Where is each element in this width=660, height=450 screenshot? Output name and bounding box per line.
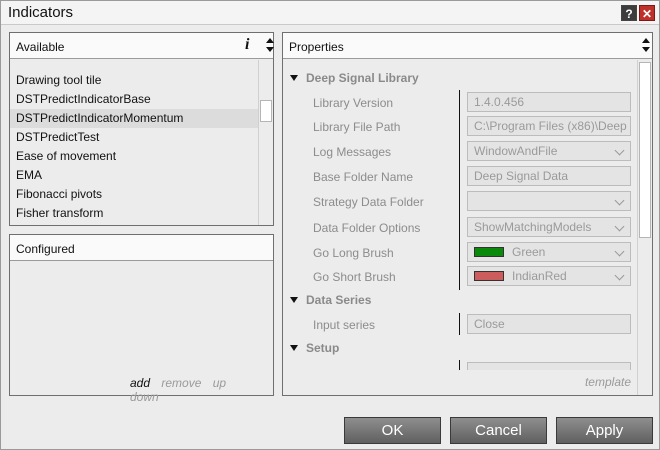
sort-arrows-icon[interactable] xyxy=(265,36,275,52)
property-grid: Deep Signal Library Library Version 1.4.… xyxy=(283,60,636,395)
setup-field-partial[interactable] xyxy=(467,362,631,370)
scroll-up-arrow-icon[interactable] xyxy=(642,38,650,43)
list-item[interactable]: Fibonacci pivots xyxy=(10,185,258,204)
data-folder-options-select[interactable]: ShowMatchingModels xyxy=(467,217,631,237)
scroll-down-arrow-icon[interactable] xyxy=(642,47,650,52)
category-setup[interactable]: Setup xyxy=(290,341,339,359)
log-messages-select[interactable]: WindowAndFile xyxy=(467,141,631,161)
base-folder-field[interactable]: Deep Signal Data xyxy=(467,166,631,186)
configured-panel: Configured add remove up down xyxy=(9,234,274,404)
category-deep-signal-library[interactable]: Deep Signal Library xyxy=(290,71,419,89)
collapse-triangle-icon[interactable] xyxy=(290,344,298,351)
grid-divider xyxy=(459,90,460,290)
go-short-brush-label: Go Short Brush xyxy=(313,270,396,284)
strategy-folder-label: Strategy Data Folder xyxy=(313,195,424,209)
go-short-brush-value: IndianRed xyxy=(512,269,567,283)
list-item[interactable]: Ease of movement xyxy=(10,147,258,166)
library-path-field[interactable]: C:\Program Files (x86)\Deep xyxy=(467,116,631,136)
cancel-button[interactable]: Cancel xyxy=(450,417,547,444)
remove-link[interactable]: remove xyxy=(161,376,201,390)
configured-title: Configured xyxy=(16,242,75,256)
chevron-down-icon[interactable] xyxy=(616,145,626,155)
window-title: Indicators xyxy=(8,4,74,21)
available-panel: Available i Drawing tool tile DSTPredict… xyxy=(9,32,274,226)
available-header: Available i xyxy=(10,33,275,59)
collapse-triangle-icon[interactable] xyxy=(290,296,298,303)
category-data-series[interactable]: Data Series xyxy=(290,293,371,311)
down-link[interactable]: down xyxy=(130,390,159,404)
configured-header: Configured xyxy=(10,235,273,261)
grid-divider xyxy=(459,360,460,370)
list-item-selected[interactable]: DSTPredictIndicatorMomentum xyxy=(10,109,258,128)
scroll-down-arrow-icon[interactable] xyxy=(266,47,274,52)
strategy-folder-select[interactable] xyxy=(467,191,631,211)
list-item[interactable]: Fisher transform xyxy=(10,204,258,223)
list-item[interactable]: DSTPredictIndicatorBase xyxy=(10,90,258,109)
ok-button[interactable]: OK xyxy=(344,417,441,444)
log-messages-value: WindowAndFile xyxy=(474,144,558,158)
collapse-triangle-icon[interactable] xyxy=(290,74,298,81)
go-long-brush-select[interactable]: Green xyxy=(467,242,631,262)
up-link[interactable]: up xyxy=(213,376,226,390)
sort-arrows-icon[interactable] xyxy=(641,36,651,52)
info-icon[interactable]: i xyxy=(245,36,249,54)
grid-divider xyxy=(459,313,460,335)
indianred-color-swatch xyxy=(474,270,504,281)
go-short-brush-select[interactable]: IndianRed xyxy=(467,266,631,286)
available-title: Available xyxy=(16,40,65,54)
configured-actions: add remove up down xyxy=(130,376,273,404)
list-item[interactable]: Drawing tool tile xyxy=(10,71,258,90)
green-color-swatch xyxy=(474,246,504,257)
properties-title: Properties xyxy=(289,40,344,54)
chevron-down-icon[interactable] xyxy=(616,195,626,205)
list-item[interactable]: EMA xyxy=(10,166,258,185)
add-link[interactable]: add xyxy=(130,376,150,390)
close-button[interactable]: ✕ xyxy=(639,5,655,21)
base-folder-label: Base Folder Name xyxy=(313,170,414,184)
indicators-dialog: Indicators ? ✕ Available i Drawing tool … xyxy=(0,0,660,450)
chevron-down-icon[interactable] xyxy=(616,246,626,256)
properties-header: Properties xyxy=(283,33,652,59)
help-button[interactable]: ? xyxy=(621,5,637,21)
available-scrollbar[interactable] xyxy=(258,60,273,225)
scrollbar-thumb[interactable] xyxy=(639,62,651,238)
apply-button[interactable]: Apply xyxy=(556,417,653,444)
input-series-label: Input series xyxy=(313,318,376,332)
library-version-field[interactable]: 1.4.0.456 xyxy=(467,92,631,112)
go-long-brush-value: Green xyxy=(512,245,546,259)
chevron-down-icon[interactable] xyxy=(616,270,626,280)
library-path-label: Library File Path xyxy=(313,120,401,134)
chevron-down-icon[interactable] xyxy=(616,221,626,231)
available-list: Drawing tool tile DSTPredictIndicatorBas… xyxy=(10,71,258,223)
go-long-brush-label: Go Long Brush xyxy=(313,246,394,260)
list-item[interactable]: DSTPredictTest xyxy=(10,128,258,147)
data-folder-options-label: Data Folder Options xyxy=(313,221,421,235)
library-version-label: Library Version xyxy=(313,96,394,110)
data-folder-options-value: ShowMatchingModels xyxy=(474,220,592,234)
input-series-field[interactable]: Close xyxy=(467,314,631,334)
template-link[interactable]: template xyxy=(585,375,631,389)
properties-panel: Properties Deep Signal Library Library V… xyxy=(282,32,653,396)
scroll-up-arrow-icon[interactable] xyxy=(266,38,274,43)
log-messages-label: Log Messages xyxy=(313,145,392,159)
title-bar[interactable]: Indicators ? ✕ xyxy=(1,1,659,25)
properties-scrollbar[interactable] xyxy=(637,60,652,395)
scrollbar-thumb[interactable] xyxy=(260,100,272,122)
